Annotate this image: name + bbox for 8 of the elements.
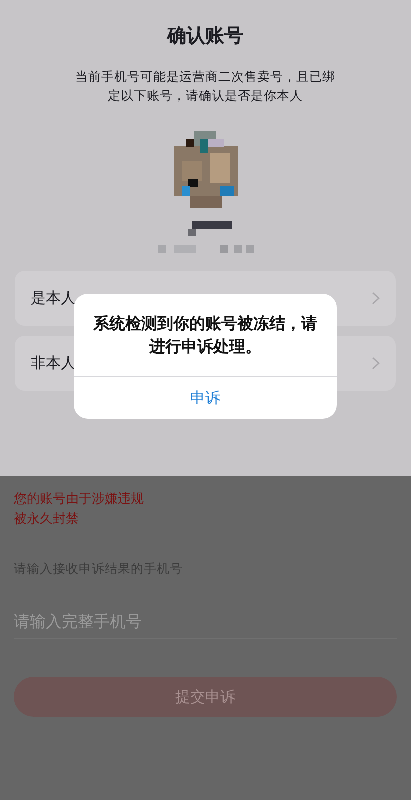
page-title: 确认账号 <box>168 24 244 49</box>
ban-notice-line: 您的账号由于涉嫌违规 <box>14 491 145 509</box>
alert-message: 系统检测到你的账号被冻结，请进行申诉处理。 <box>92 313 318 358</box>
description-line: 定以下账号，请确认是否是你本人 <box>108 86 303 104</box>
option-label: 非本人 <box>31 352 76 374</box>
description-line: 当前手机号可能是运营商二次售卖号，且已绑 <box>76 68 336 86</box>
option-label: 是本人 <box>31 288 76 309</box>
ban-notice-line: 被永久封禁 <box>14 511 80 529</box>
